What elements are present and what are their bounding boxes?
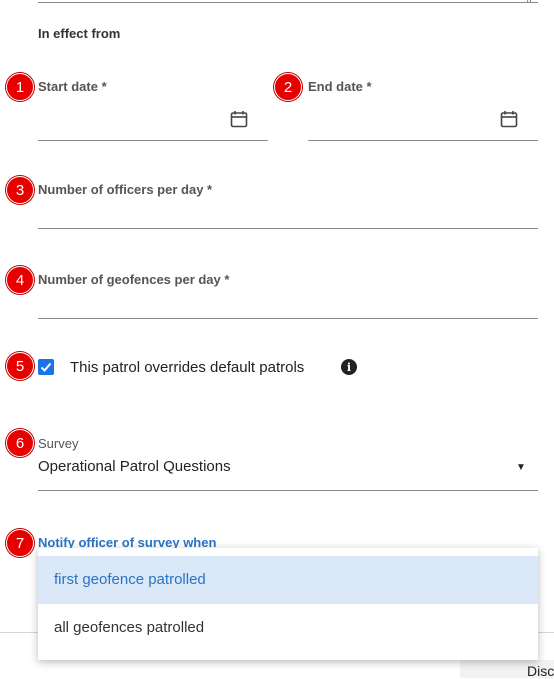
end-date-underline [308, 140, 538, 141]
dropdown-arrow-icon: ▼ [516, 462, 526, 473]
notify-dropdown-menu: first geofence patrolled all geofences p… [38, 548, 538, 660]
geofences-underline [38, 318, 538, 319]
step-badge-1: 1 [6, 73, 34, 101]
override-checkbox[interactable] [38, 359, 54, 375]
step-badge-5: 5 [6, 352, 34, 380]
officers-underline [38, 228, 538, 229]
officers-per-day-label: Number of officers per day * [38, 182, 213, 197]
survey-selected-value: Operational Patrol Questions [38, 458, 231, 475]
step-badge-4: 4 [6, 266, 34, 294]
notify-option-first[interactable]: first geofence patrolled [38, 556, 538, 604]
discard-button-label: Disc [527, 663, 554, 679]
checkmark-icon [40, 362, 52, 372]
section-title: In effect from [38, 26, 121, 41]
start-date-underline [38, 140, 268, 141]
survey-select[interactable]: Operational Patrol Questions ▼ [38, 452, 538, 490]
notify-option-all[interactable]: all geofences patrolled [38, 604, 538, 652]
step-badge-3: 3 [6, 176, 34, 204]
calendar-icon[interactable] [500, 110, 518, 133]
end-date-label: End date * [308, 79, 372, 94]
start-date-label: Start date * [38, 79, 107, 94]
step-badge-2: 2 [274, 73, 302, 101]
survey-label: Survey [38, 436, 79, 451]
step-badge-7: 7 [6, 529, 34, 557]
resize-handle-icon: // [527, 0, 533, 5]
override-label: This patrol overrides default patrols [70, 359, 305, 376]
info-icon[interactable]: i [341, 359, 357, 375]
calendar-icon[interactable] [230, 110, 248, 133]
survey-underline [38, 490, 538, 491]
previous-field-underline [38, 0, 538, 3]
geofences-per-day-label: Number of geofences per day * [38, 272, 230, 287]
step-badge-6: 6 [6, 429, 34, 457]
officers-per-day-input[interactable] [38, 200, 538, 228]
geofences-per-day-input[interactable] [38, 290, 538, 318]
